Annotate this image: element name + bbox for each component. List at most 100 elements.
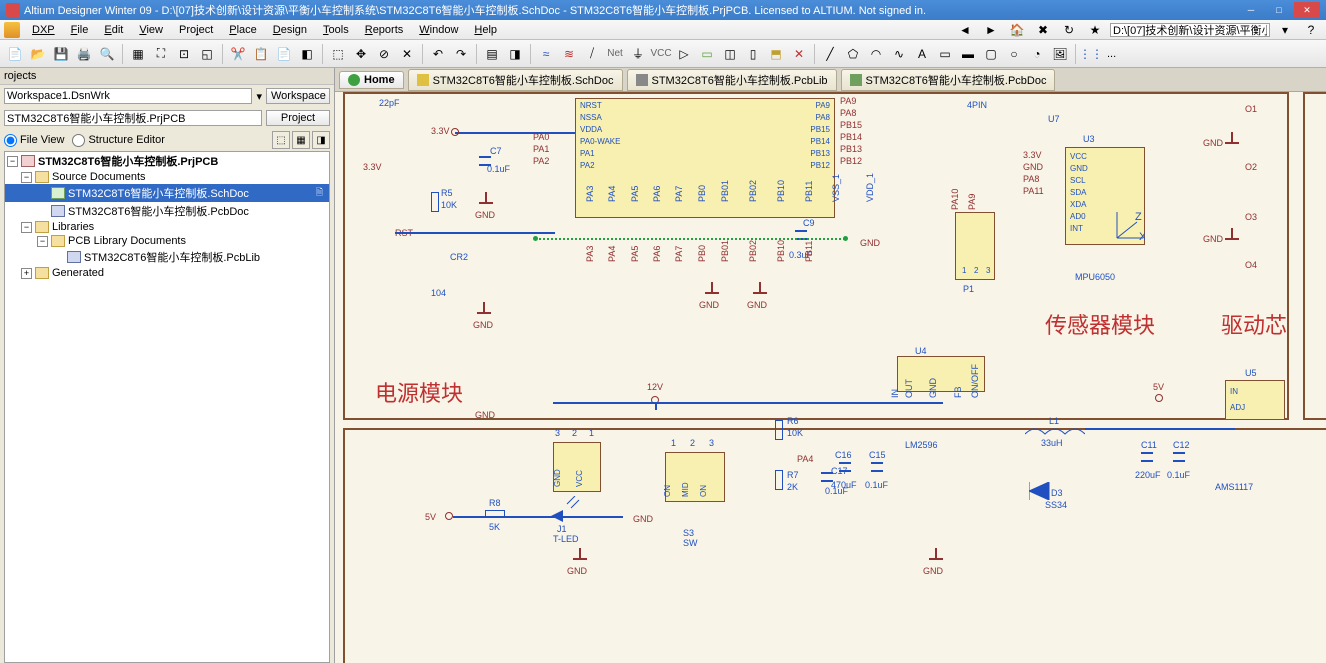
nav-home-icon[interactable]: 🏠 [1006,19,1028,41]
menu-project[interactable]: Project [171,22,221,38]
project-input[interactable] [4,110,262,126]
menu-dxp[interactable]: DXP [24,22,63,38]
deselect-icon[interactable]: ⊘ [373,43,395,65]
power-vcc-icon[interactable]: VCC [650,43,672,65]
sheet-entry-icon[interactable]: ◫ [719,43,741,65]
copy-icon[interactable]: 📋 [250,43,272,65]
paste-icon[interactable]: 📄 [273,43,295,65]
nav-help-icon[interactable]: ? [1300,19,1322,41]
structure-editor-radio[interactable]: Structure Editor [72,134,164,147]
zoom-area-icon[interactable]: ⛶ [150,43,172,65]
roundrect-icon[interactable]: ▢ [980,43,1002,65]
device-sheet-icon[interactable]: ▯ [742,43,764,65]
comp-u5[interactable]: IN ADJ [1225,380,1285,420]
comp-j-block[interactable]: GND VCC [553,442,601,492]
tab-pcblib[interactable]: STM32C8T6智能小车控制板.PcbLib [627,69,837,91]
nav-go-icon[interactable]: ▾ [1274,19,1296,41]
panel-opt1-icon[interactable]: ⬚ [272,131,290,149]
clear-icon[interactable]: ✕ [396,43,418,65]
cut-icon[interactable]: ✂️ [227,43,249,65]
stamp-icon[interactable]: ◧ [296,43,318,65]
zoom-fit-icon[interactable]: ⊡ [173,43,195,65]
hierarchy-icon[interactable]: ▤ [481,43,503,65]
netlabel-icon[interactable]: Net [604,43,626,65]
move-icon[interactable]: ✥ [350,43,372,65]
new-icon[interactable]: 📄 [4,43,26,65]
comp-p1[interactable]: 1 2 3 [955,212,995,280]
nav-refresh-icon[interactable]: ↻ [1058,19,1080,41]
tree-schdoc[interactable]: STM32C8T6智能小车控制板.SchDoc🗎 [5,184,329,202]
project-button[interactable]: Project [266,110,330,126]
part-icon[interactable]: ▷ [673,43,695,65]
workspace-dropdown-icon[interactable]: ▾ [256,90,262,103]
save-icon[interactable]: 💾 [50,43,72,65]
nav-back-icon[interactable]: ◄ [954,19,976,41]
workspace-button[interactable]: Workspace [266,88,330,104]
menu-file[interactable]: File [63,22,97,38]
ellipse-icon[interactable]: ○ [1003,43,1025,65]
power-gnd-icon[interactable]: ⏚ [627,43,649,65]
tab-schdoc[interactable]: STM32C8T6智能小车控制板.SchDoc [408,69,623,91]
menu-design[interactable]: Design [265,22,315,38]
nav-stop-icon[interactable]: ✖ [1032,19,1054,41]
schematic-canvas[interactable]: NRST NSSA VDDA PA0-WAKE PA1 PA2 PA9 PA8 … [335,92,1326,663]
file-view-radio[interactable]: File View [4,134,64,147]
line-icon[interactable]: ╱ [819,43,841,65]
menu-view[interactable]: View [131,22,171,38]
comp-sw-block[interactable]: ON MID ON [665,452,725,502]
undo-icon[interactable]: ↶ [427,43,449,65]
tab-home[interactable]: Home [339,71,404,89]
tree-root[interactable]: −STM32C8T6智能小车控制板.PrjPCB [5,152,329,170]
tree-generated[interactable]: +Generated [5,266,329,280]
val-r8: 5K [489,522,500,532]
close-button[interactable]: ✕ [1294,2,1320,18]
print-icon[interactable]: 🖨️ [73,43,95,65]
port-icon[interactable]: ⬒ [765,43,787,65]
project-tree[interactable]: −STM32C8T6智能小车控制板.PrjPCB −Source Documen… [4,151,330,663]
polygon-icon[interactable]: ⬠ [842,43,864,65]
tree-pcblib[interactable]: STM32C8T6智能小车控制板.PcbLib [5,248,329,266]
workspace-input[interactable] [4,88,252,104]
maximize-button[interactable]: □ [1266,2,1292,18]
menu-reports[interactable]: Reports [357,22,412,38]
menu-help[interactable]: Help [466,22,505,38]
pie-icon[interactable]: ◔ [1026,43,1048,65]
rect-icon[interactable]: ▬ [957,43,979,65]
tree-pcblib-docs[interactable]: −PCB Library Documents [5,234,329,248]
noerc-icon[interactable]: ✕ [788,43,810,65]
tree-libraries[interactable]: −Libraries [5,220,329,234]
open-icon[interactable]: 📂 [27,43,49,65]
busentry-icon[interactable]: ⧸ [581,43,603,65]
sheet-icon[interactable]: ▦ [127,43,149,65]
minimize-button[interactable]: ─ [1238,2,1264,18]
tab-pcbdoc[interactable]: STM32C8T6智能小车控制板.PcbDoc [841,69,1056,91]
array-icon[interactable]: ⋮⋮ [1080,43,1102,65]
nav-fav-icon[interactable]: ★ [1084,19,1106,41]
panel-opt2-icon[interactable]: ▦ [292,131,310,149]
image-icon[interactable]: 🖼 [1049,43,1071,65]
menu-window[interactable]: Window [411,22,466,38]
select-icon[interactable]: ⬚ [327,43,349,65]
redo-icon[interactable]: ↷ [450,43,472,65]
wire-icon[interactable]: ≈ [535,43,557,65]
window-title: Altium Designer Winter 09 - D:\[07]技术创新\… [24,2,926,18]
gnd-c7: GND [475,210,495,220]
tree-source-docs[interactable]: −Source Documents [5,170,329,184]
menu-tools[interactable]: Tools [315,22,357,38]
menu-place[interactable]: Place [221,22,265,38]
arc-icon[interactable]: ◠ [865,43,887,65]
tree-pcbdoc[interactable]: STM32C8T6智能小车控制板.PcbDoc [5,202,329,220]
val-l1: 33uH [1041,438,1063,448]
nav-fwd-icon[interactable]: ► [980,19,1002,41]
text-icon[interactable]: A [911,43,933,65]
menu-edit[interactable]: Edit [96,22,131,38]
browse-icon[interactable]: ◨ [504,43,526,65]
panel-opt3-icon[interactable]: ◨ [312,131,330,149]
bezier-icon[interactable]: ∿ [888,43,910,65]
sheet-symbol-icon[interactable]: ▭ [696,43,718,65]
zoom-sel-icon[interactable]: ◱ [196,43,218,65]
preview-icon[interactable]: 🔍 [96,43,118,65]
frame-icon[interactable]: ▭ [934,43,956,65]
bus-icon[interactable]: ≋ [558,43,580,65]
path-input[interactable] [1110,23,1270,37]
